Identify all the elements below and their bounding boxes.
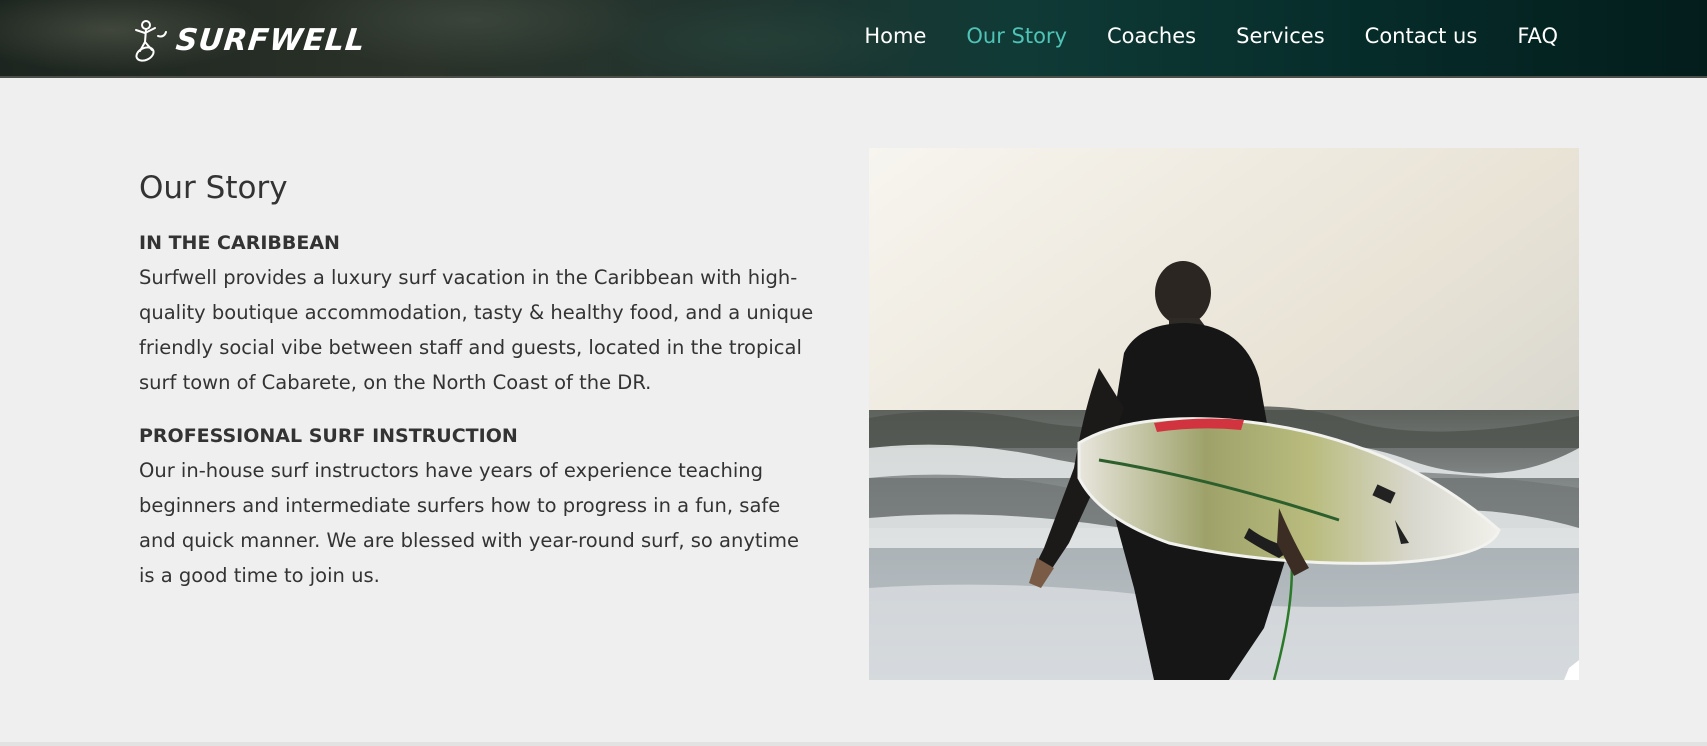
story-content: Our Story IN THE CARIBBEAN Surfwell prov… bbox=[139, 170, 819, 612]
nav-coaches[interactable]: Coaches bbox=[1107, 24, 1196, 48]
site-header: SURFWELL Home Our Story Coaches Services… bbox=[0, 0, 1707, 78]
section-body-caribbean: Surfwell provides a luxury surf vacation… bbox=[139, 266, 814, 394]
logo[interactable]: SURFWELL bbox=[128, 18, 368, 62]
nav-home[interactable]: Home bbox=[864, 24, 926, 48]
nav-contact-us[interactable]: Contact us bbox=[1365, 24, 1478, 48]
surfer-photo bbox=[869, 148, 1579, 680]
section-heading-instruction: PROFESSIONAL SURF INSTRUCTION bbox=[139, 425, 518, 447]
nav-our-story[interactable]: Our Story bbox=[966, 24, 1067, 48]
main-nav: Home Our Story Coaches Services Contact … bbox=[864, 0, 1558, 72]
surfer-logo-icon bbox=[135, 20, 167, 62]
logo-text: SURFWELL bbox=[174, 22, 368, 58]
footer-divider bbox=[0, 742, 1707, 746]
surfer-photo-image bbox=[869, 148, 1579, 680]
page-title: Our Story bbox=[139, 170, 288, 206]
section-heading-caribbean: IN THE CARIBBEAN bbox=[139, 232, 340, 254]
section-body-instruction: Our in-house surf instructors have years… bbox=[139, 459, 799, 587]
nav-services[interactable]: Services bbox=[1236, 24, 1325, 48]
nav-faq[interactable]: FAQ bbox=[1517, 24, 1558, 48]
